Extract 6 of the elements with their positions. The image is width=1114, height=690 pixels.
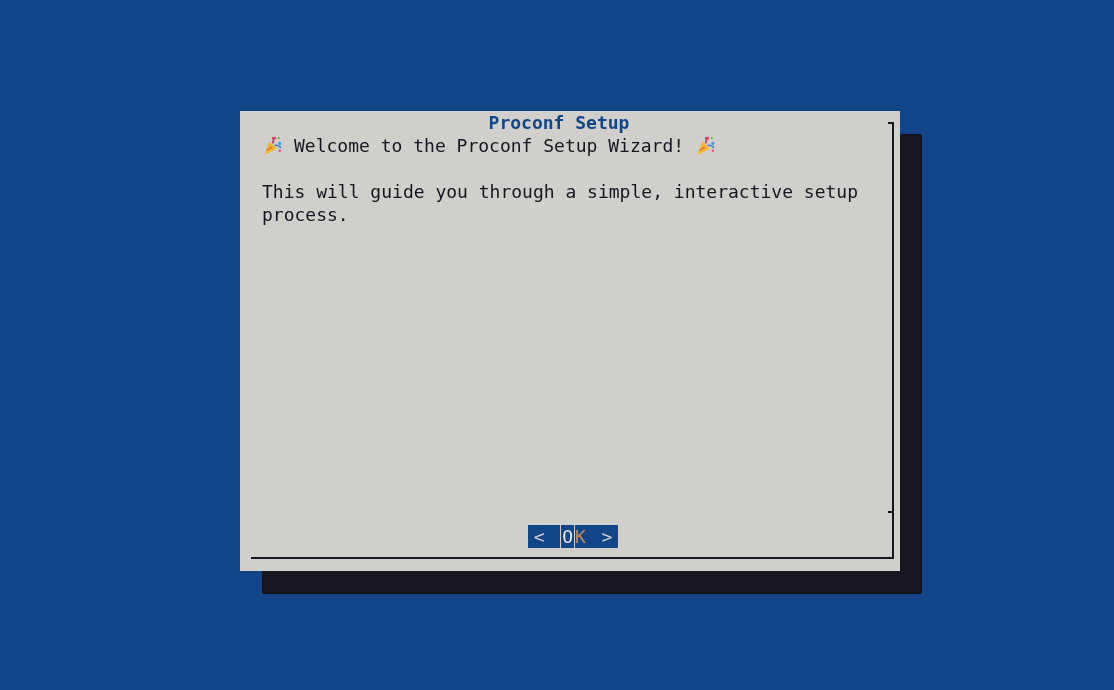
welcome-heading: Welcome to the Proconf Setup Wizard! (294, 134, 685, 157)
party-popper-icon (695, 135, 717, 156)
ok-button[interactable]: < OK > (528, 525, 618, 548)
message-text: This will guide you through a simple, interactive setup process. (262, 180, 860, 226)
dialog-title: Proconf Setup (487, 111, 631, 134)
party-popper-icon (262, 135, 283, 156)
